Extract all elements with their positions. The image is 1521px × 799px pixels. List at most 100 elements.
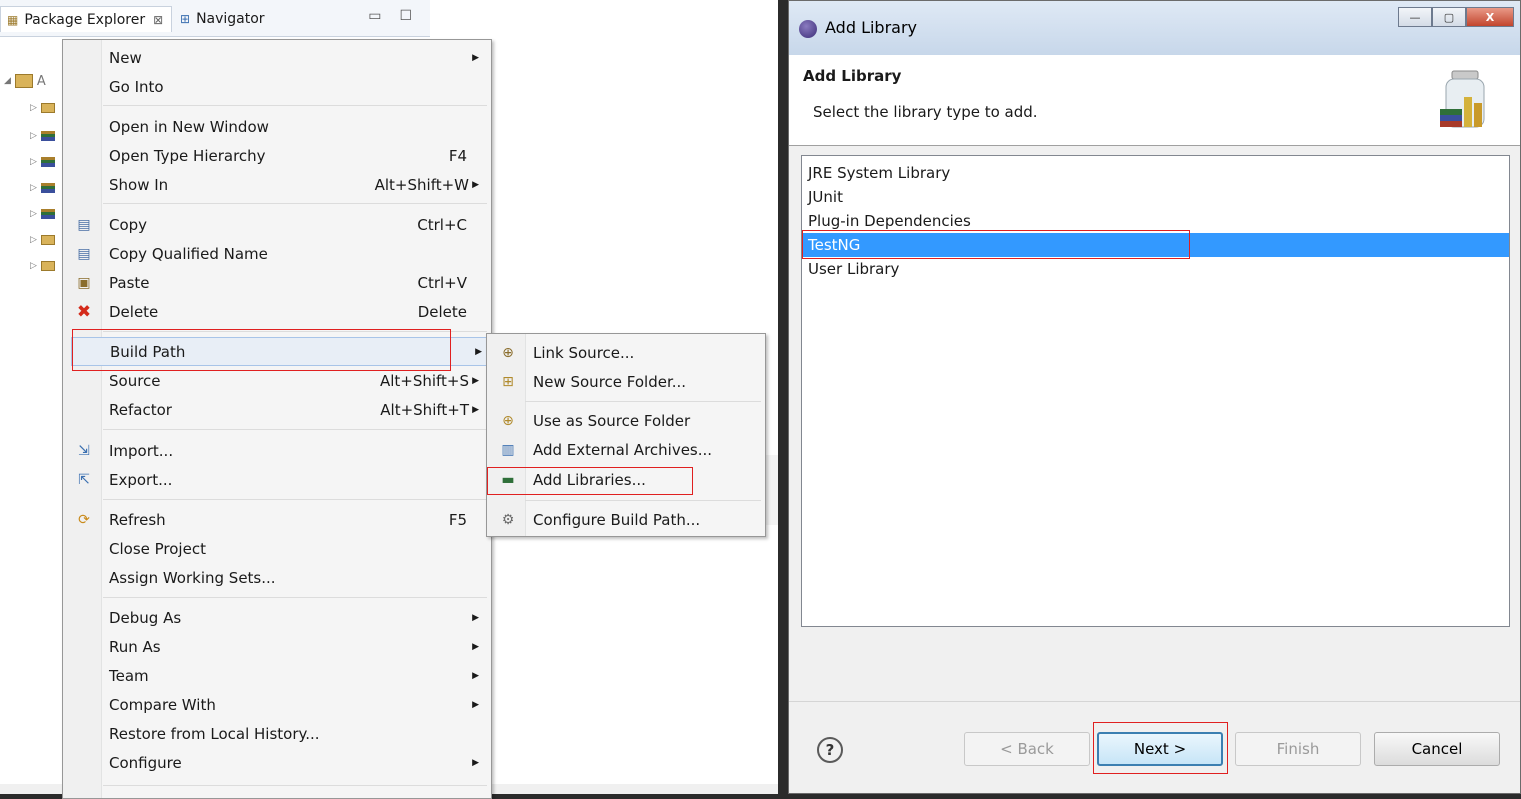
dialog-titlebar[interactable]: Add Library — ▢ X: [789, 1, 1520, 56]
submenu-arrow-icon: ▶: [475, 346, 482, 357]
tree-row[interactable]: ▷: [30, 178, 55, 198]
export-icon: ⇱: [78, 471, 90, 488]
submenu-arrow-icon: ▶: [472, 757, 479, 768]
build-path-submenu: ⊕ Link Source... ⊞ New Source Folder... …: [486, 333, 766, 537]
tab-package-explorer[interactable]: ▦ Package Explorer ⊠: [0, 6, 172, 32]
next-button[interactable]: Next >: [1097, 732, 1223, 766]
help-icon[interactable]: ?: [817, 737, 843, 763]
menu-item-new[interactable]: New ▶: [63, 43, 491, 72]
submenu-arrow-icon: ▶: [472, 404, 479, 415]
menu-item-restore-local-history[interactable]: Restore from Local History...: [63, 719, 491, 748]
menu-item-configure[interactable]: Configure ▶: [63, 748, 491, 777]
menu-item-label: Show In: [109, 175, 169, 194]
menu-item-team[interactable]: Team ▶: [63, 661, 491, 690]
dialog-window-title: Add Library: [825, 18, 918, 37]
tab-label: Navigator: [196, 11, 265, 27]
menu-item-refresh[interactable]: ⟳ Refresh F5: [63, 505, 491, 534]
tree-row[interactable]: ▷: [30, 204, 55, 224]
menu-item-new-source-folder[interactable]: ⊞ New Source Folder...: [487, 367, 765, 396]
menu-item-label: New: [109, 48, 142, 67]
menu-item-import[interactable]: ⇲ Import...: [63, 436, 491, 465]
menu-item-add-external-archives[interactable]: ▥ Add External Archives...: [487, 435, 765, 464]
minimize-icon[interactable]: ▭: [368, 8, 381, 24]
cancel-button[interactable]: Cancel: [1374, 732, 1500, 766]
menu-item-copy-qualified-name[interactable]: ▤ Copy Qualified Name: [63, 239, 491, 268]
list-item[interactable]: JRE System Library: [802, 161, 1509, 185]
menu-item-debug-as[interactable]: Debug As ▶: [63, 603, 491, 632]
list-item-selected[interactable]: TestNG: [802, 233, 1509, 257]
menu-item-label: Configure: [109, 753, 182, 772]
close-icon[interactable]: ⊠: [153, 13, 163, 27]
shortcut-label: Alt+Shift+T: [380, 400, 469, 419]
menu-item-paste[interactable]: ▣ Paste Ctrl+V: [63, 268, 491, 297]
menu-item-label: Add Libraries...: [533, 470, 646, 489]
menu-item-refactor[interactable]: Refactor Alt+Shift+T ▶: [63, 395, 491, 424]
maximize-icon[interactable]: ☐: [399, 8, 412, 24]
menu-item-label: Team: [109, 666, 149, 685]
menu-item-go-into[interactable]: Go Into: [63, 72, 491, 101]
list-item[interactable]: JUnit: [802, 185, 1509, 209]
folder-icon: [40, 235, 55, 245]
copy-qualified-icon: ▤: [77, 245, 91, 262]
import-icon: ⇲: [78, 442, 90, 459]
menu-item-source[interactable]: Source Alt+Shift+S ▶: [63, 366, 491, 395]
tree-row-project[interactable]: ◢ A: [4, 71, 46, 91]
menu-item-run-as[interactable]: Run As ▶: [63, 632, 491, 661]
tree-row[interactable]: ▷: [30, 230, 55, 250]
tree-row[interactable]: ▷: [30, 152, 55, 172]
minimize-icon[interactable]: —: [1398, 7, 1432, 27]
menu-item-use-as-source-folder[interactable]: ⊕ Use as Source Folder: [487, 406, 765, 435]
configure-build-path-icon: ⚙: [501, 511, 515, 528]
menu-item-open-new-window[interactable]: Open in New Window: [63, 112, 491, 141]
menu-item-assign-working-sets[interactable]: Assign Working Sets...: [63, 563, 491, 592]
collapse-arrow-icon[interactable]: ◢: [4, 76, 11, 86]
tree-row[interactable]: ▷: [30, 98, 55, 118]
menu-item-delete[interactable]: ✖ Delete Delete: [63, 297, 491, 326]
new-source-folder-icon: ⊞: [502, 373, 514, 390]
menu-item-export[interactable]: ⇱ Export...: [63, 465, 491, 494]
tree-row[interactable]: ▷: [30, 126, 55, 146]
copy-icon: ▤: [77, 216, 91, 233]
list-item[interactable]: User Library: [802, 257, 1509, 281]
menu-item-label: Open in New Window: [109, 117, 269, 136]
submenu-arrow-icon: ▶: [472, 52, 479, 63]
menu-item-compare-with[interactable]: Compare With ▶: [63, 690, 491, 719]
menu-item-copy[interactable]: ▤ Copy Ctrl+C: [63, 210, 491, 239]
menu-item-build-path[interactable]: Build Path ▶: [71, 337, 489, 366]
refresh-icon: ⟳: [78, 511, 90, 528]
dialog-header: Add Library Select the library type to a…: [789, 55, 1520, 146]
page-title: Add Library: [803, 67, 902, 85]
back-button[interactable]: < Back: [964, 732, 1090, 766]
menu-item-label: Close Project: [109, 539, 206, 558]
maximize-icon[interactable]: ▢: [1432, 7, 1466, 27]
tab-navigator[interactable]: ⊞ Navigator: [180, 6, 265, 32]
list-item[interactable]: Plug-in Dependencies: [802, 209, 1509, 233]
menu-item-add-libraries[interactable]: ▬ Add Libraries...: [487, 465, 765, 494]
menu-item-close-project[interactable]: Close Project: [63, 534, 491, 563]
menu-item-open-type-hierarchy[interactable]: Open Type Hierarchy F4: [63, 141, 491, 170]
tree-row[interactable]: ▷: [30, 256, 55, 276]
menu-item-show-in[interactable]: Show In Alt+Shift+W ▶: [63, 170, 491, 199]
menu-item-label: Debug As: [109, 608, 182, 627]
submenu-arrow-icon: ▶: [472, 670, 479, 681]
use-source-folder-icon: ⊕: [502, 412, 514, 429]
menu-separator: [103, 105, 487, 106]
menu-separator: [103, 597, 487, 598]
menu-item-label: Add External Archives...: [533, 440, 713, 459]
menu-separator: [525, 401, 761, 402]
library-icon: [40, 157, 55, 167]
close-icon[interactable]: X: [1466, 7, 1514, 27]
menu-item-link-source[interactable]: ⊕ Link Source...: [487, 338, 765, 367]
finish-button[interactable]: Finish: [1235, 732, 1361, 766]
library-type-list[interactable]: JRE System Library JUnit Plug-in Depende…: [801, 155, 1510, 627]
menu-item-label: Assign Working Sets...: [109, 568, 276, 587]
menu-item-configure-build-path[interactable]: ⚙ Configure Build Path...: [487, 505, 765, 534]
library-icon: [40, 183, 55, 193]
library-jar-icon: [1440, 70, 1485, 128]
menu-separator: [103, 785, 487, 786]
submenu-arrow-icon: ▶: [472, 699, 479, 710]
menu-separator: [525, 500, 761, 501]
external-archive-icon: ▥: [501, 441, 515, 458]
view-tab-bar: ▦ Package Explorer ⊠ ⊞ Navigator ▭ ☐: [0, 0, 430, 37]
shortcut-label: Ctrl+V: [417, 273, 467, 292]
